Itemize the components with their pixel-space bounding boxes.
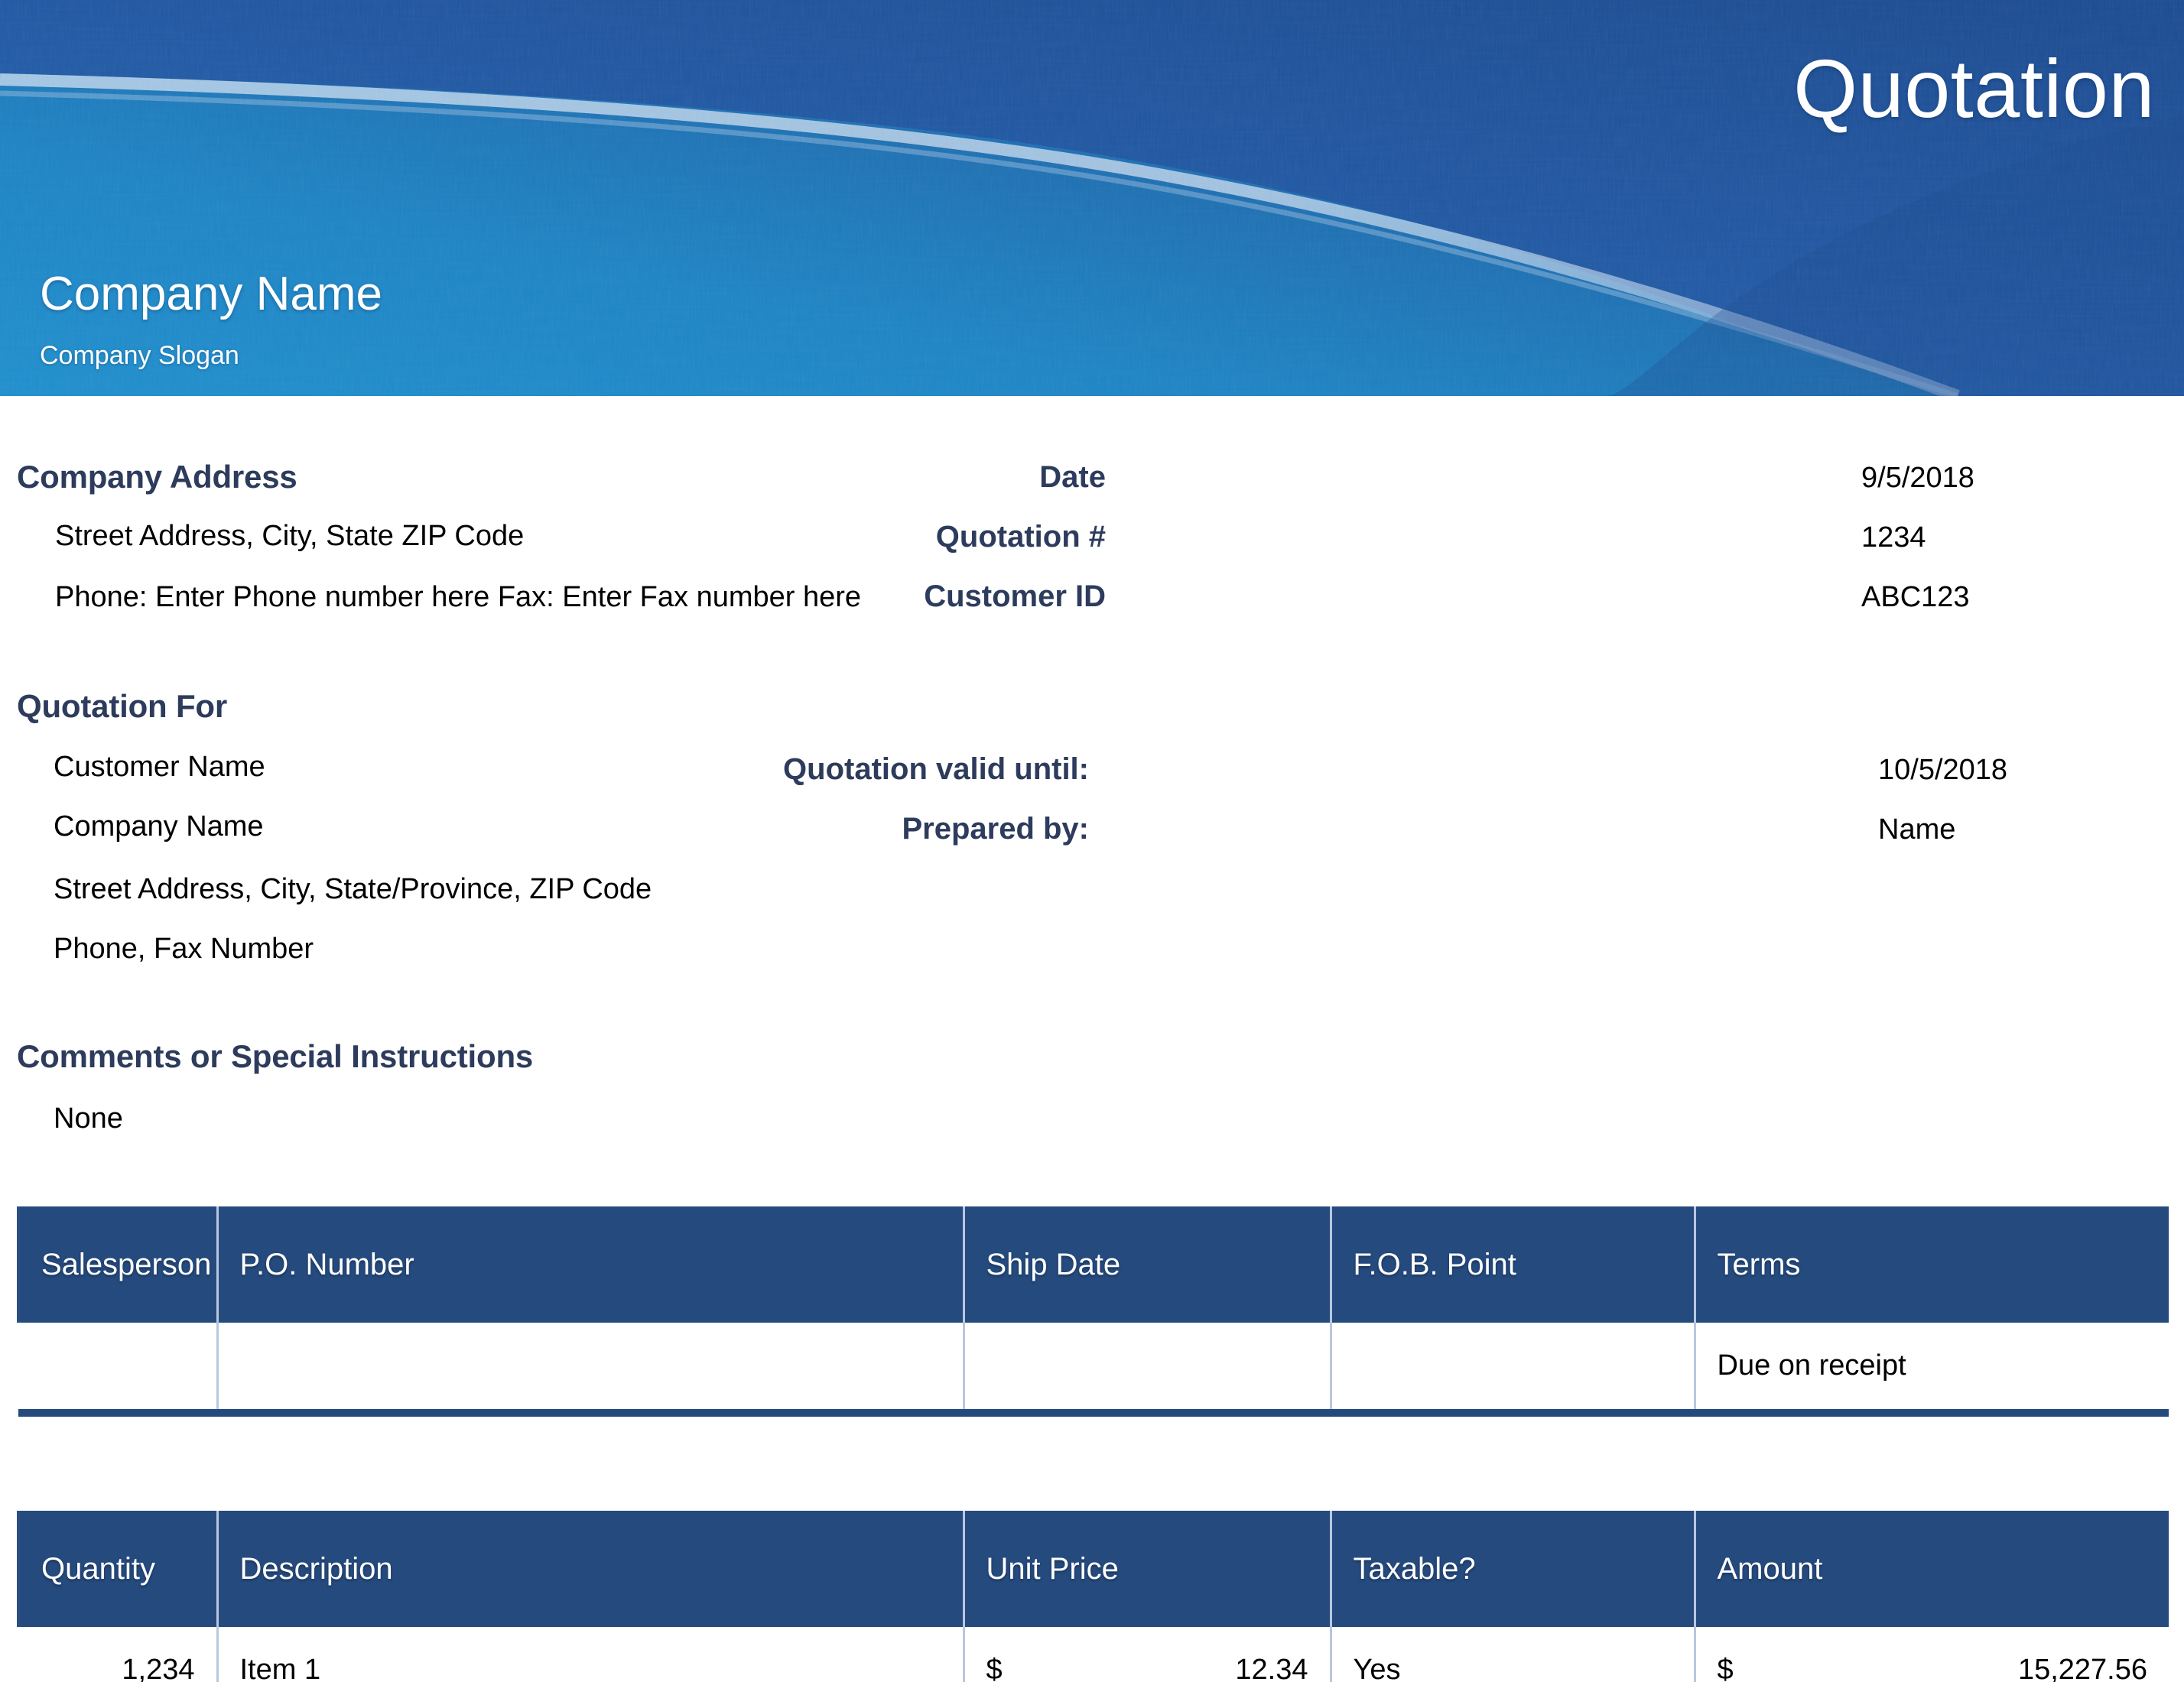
items-table-header-row: Quantity Description Unit Price Taxable?… bbox=[17, 1511, 2169, 1627]
unit-price-amount: 12.34 bbox=[1235, 1654, 1308, 1682]
unit-price-currency-symbol: $ bbox=[986, 1654, 1003, 1682]
items-cell-taxable[interactable]: Yes bbox=[1331, 1627, 1696, 1682]
amount-currency-symbol: $ bbox=[1717, 1654, 1734, 1682]
items-cell-unit-price[interactable]: $ 12.34 bbox=[964, 1627, 1332, 1682]
items-col-taxable: Taxable? bbox=[1331, 1511, 1696, 1627]
prepared-by-label: Prepared by: bbox=[902, 812, 1089, 846]
terms-table-head: Salesperson P.O. Number Ship Date F.O.B.… bbox=[17, 1206, 2169, 1323]
items-cell-quantity[interactable]: 1,234 bbox=[18, 1627, 219, 1682]
items-col-unit-price: Unit Price bbox=[964, 1511, 1332, 1627]
quotation-for-company-name: Company Name bbox=[54, 810, 264, 843]
items-col-amount: Amount bbox=[1695, 1511, 2169, 1627]
terms-table: Salesperson P.O. Number Ship Date F.O.B.… bbox=[17, 1206, 2169, 1417]
quotation-valid-until-value: 10/5/2018 bbox=[1878, 754, 2008, 786]
quotation-for-phone-fax: Phone, Fax Number bbox=[54, 933, 314, 965]
banner-company-name: Company Name bbox=[40, 268, 382, 320]
table-row: Due on receipt bbox=[18, 1323, 2169, 1413]
quotation-for-customer-name: Customer Name bbox=[54, 751, 265, 783]
quotation-for-heading: Quotation For bbox=[17, 688, 228, 724]
terms-col-terms: Terms bbox=[1695, 1206, 2169, 1323]
banner-company-slogan: Company Slogan bbox=[40, 341, 239, 370]
items-col-description: Description bbox=[217, 1511, 965, 1627]
terms-cell-salesperson[interactable] bbox=[18, 1323, 219, 1413]
customer-id-label: Customer ID bbox=[924, 580, 1106, 613]
items-cell-amount[interactable]: $ 15,227.56 bbox=[1695, 1627, 2169, 1682]
quotation-number-label: Quotation # bbox=[935, 520, 1106, 554]
quotation-valid-until-label: Quotation valid until: bbox=[783, 752, 1089, 786]
terms-col-fob-point: F.O.B. Point bbox=[1331, 1206, 1696, 1323]
items-table: Quantity Description Unit Price Taxable?… bbox=[17, 1511, 2169, 1682]
terms-cell-ship-date[interactable] bbox=[964, 1323, 1332, 1413]
comments-heading: Comments or Special Instructions bbox=[17, 1038, 534, 1074]
items-table-body: 1,234 Item 1 $ 12.34 Yes $ 15,227.56 bbox=[18, 1627, 2169, 1682]
prepared-by-value: Name bbox=[1878, 813, 1956, 846]
date-label: Date bbox=[1039, 460, 1106, 494]
terms-cell-terms[interactable]: Due on receipt bbox=[1695, 1323, 2169, 1413]
company-address-contact: Phone: Enter Phone number here Fax: Ente… bbox=[55, 581, 862, 613]
terms-cell-po-number[interactable] bbox=[217, 1323, 965, 1413]
terms-table-header-row: Salesperson P.O. Number Ship Date F.O.B.… bbox=[17, 1206, 2169, 1323]
terms-col-salesperson: Salesperson bbox=[17, 1206, 219, 1323]
terms-cell-fob-point[interactable] bbox=[1331, 1323, 1696, 1413]
document-title: Quotation bbox=[1793, 42, 2155, 135]
items-col-quantity: Quantity bbox=[17, 1511, 219, 1627]
company-address-street: Street Address, City, State ZIP Code bbox=[55, 520, 525, 552]
date-value: 9/5/2018 bbox=[1861, 462, 1974, 494]
terms-col-po-number: P.O. Number bbox=[217, 1206, 965, 1323]
header-banner: Quotation Company Name Company Slogan bbox=[0, 0, 2184, 396]
amount-value: 15,227.56 bbox=[2017, 1654, 2147, 1682]
company-address-heading: Company Address bbox=[17, 459, 297, 495]
comments-text: None bbox=[54, 1102, 123, 1135]
customer-id-value: ABC123 bbox=[1861, 581, 1970, 613]
items-cell-description[interactable]: Item 1 bbox=[217, 1627, 965, 1682]
terms-table-body: Due on receipt bbox=[18, 1323, 2169, 1413]
terms-col-ship-date: Ship Date bbox=[964, 1206, 1332, 1323]
quotation-number-value: 1234 bbox=[1861, 521, 1926, 554]
quotation-for-address: Street Address, City, State/Province, ZI… bbox=[54, 873, 652, 905]
items-table-head: Quantity Description Unit Price Taxable?… bbox=[17, 1511, 2169, 1627]
table-row: 1,234 Item 1 $ 12.34 Yes $ 15,227.56 bbox=[18, 1627, 2169, 1682]
quotation-document: Quotation Company Name Company Slogan Co… bbox=[0, 0, 2184, 1682]
